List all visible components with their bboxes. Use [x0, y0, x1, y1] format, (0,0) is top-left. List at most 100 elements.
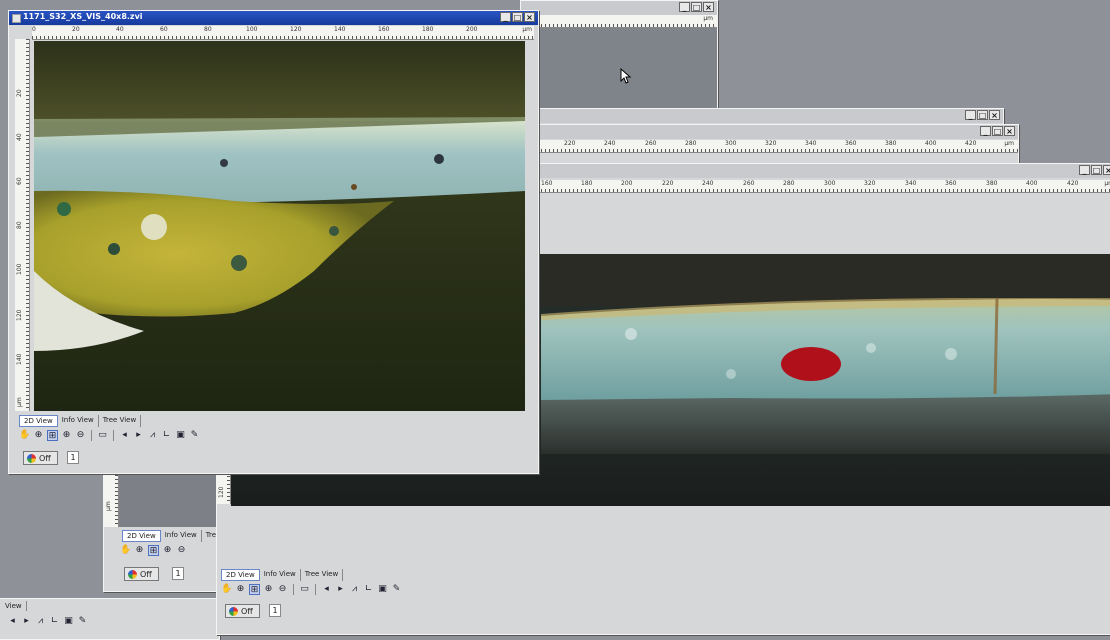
pen-icon[interactable]: ✎ — [391, 584, 402, 595]
color-globe-icon — [27, 453, 36, 463]
hand-icon[interactable]: ✋ — [120, 545, 131, 556]
back-window[interactable]: _ □ × µm — [520, 0, 718, 112]
minimize-button[interactable]: _ — [500, 12, 511, 22]
arrow-right-icon[interactable]: ▸ — [335, 584, 346, 595]
ruler-tick: 300 — [725, 140, 737, 147]
toolbar: ✋ ⊕ ⊞ ⊕ ⊖ ▭ ◂ ▸ ⩘ ∟ ▣ ✎ — [221, 584, 402, 595]
zoom-icon[interactable]: ⊕ — [33, 430, 44, 441]
chart-icon[interactable]: ⩘ — [147, 430, 158, 441]
zoom-out-icon[interactable]: ⊖ — [176, 545, 187, 556]
toolbar-separator — [113, 430, 114, 441]
channel-input[interactable]: 1 — [67, 451, 79, 464]
maximize-button[interactable]: □ — [691, 2, 702, 12]
chart-icon[interactable]: ⩘ — [349, 584, 360, 595]
ruler-tick: 400 — [1026, 180, 1038, 187]
arrow-left-icon[interactable]: ◂ — [119, 430, 130, 441]
channel-input[interactable]: 1 — [269, 604, 281, 617]
maximize-button[interactable]: □ — [1091, 165, 1102, 175]
close-button[interactable]: × — [703, 2, 714, 12]
zoom-icon[interactable]: ⊕ — [134, 545, 145, 556]
minimize-button[interactable]: _ — [980, 126, 991, 136]
zoom-fit-icon[interactable]: ⊞ — [47, 430, 58, 441]
export-icon[interactable]: ▣ — [377, 584, 388, 595]
off-button[interactable]: Off — [23, 451, 58, 465]
maximize-button[interactable]: □ — [992, 126, 1003, 136]
tab-info-view[interactable]: Info View — [58, 415, 99, 427]
ruler-tick: 320 — [864, 180, 876, 187]
arrow-left-icon[interactable]: ◂ — [7, 616, 18, 627]
ruler-tick: 160 — [541, 180, 553, 187]
tab-2d-view[interactable]: View — [1, 601, 27, 611]
hand-icon[interactable]: ✋ — [19, 430, 30, 441]
tab-tree-view[interactable]: Tree View — [301, 569, 344, 581]
axes-icon[interactable]: ∟ — [49, 616, 60, 627]
tab-2d-view[interactable]: 2D View — [122, 530, 161, 542]
mouse-cursor-icon — [620, 67, 632, 86]
tab-info-view[interactable]: Info View — [161, 530, 202, 542]
close-button[interactable]: × — [989, 110, 1000, 120]
minimize-button[interactable]: _ — [1079, 165, 1090, 175]
zoom-in-icon[interactable]: ⊕ — [162, 545, 173, 556]
ruler-tick: 100 — [16, 263, 23, 275]
close-button[interactable]: × — [1004, 126, 1015, 136]
maximize-button[interactable]: □ — [977, 110, 988, 120]
select-rect-icon[interactable]: ▭ — [299, 584, 310, 595]
zoom-in-icon[interactable]: ⊕ — [61, 430, 72, 441]
right-window-a2[interactable]: _ □ × 220 240 260 280 300 320 340 360 38… — [536, 124, 1019, 166]
toolbar-separator — [315, 584, 316, 595]
export-icon[interactable]: ▣ — [63, 616, 74, 627]
select-rect-icon[interactable]: ▭ — [97, 430, 108, 441]
microscope-image[interactable] — [34, 41, 525, 411]
window-controls: _ □ × — [500, 12, 535, 22]
close-button[interactable]: × — [524, 12, 535, 22]
minimize-button[interactable]: _ — [679, 2, 690, 12]
maximize-button[interactable]: □ — [512, 12, 523, 22]
ruler-tick: 120 — [16, 309, 23, 321]
pen-icon[interactable]: ✎ — [189, 430, 200, 441]
tab-2d-view[interactable]: 2D View — [19, 415, 58, 427]
export-icon[interactable]: ▣ — [175, 430, 186, 441]
channel-input[interactable]: 1 — [172, 567, 184, 580]
toolbar: ✋ ⊕ ⊞ ⊕ ⊖ ▭ ◂ ▸ ⩘ ∟ ▣ ✎ — [19, 430, 200, 441]
axes-icon[interactable]: ∟ — [363, 584, 374, 595]
zoom-fit-icon[interactable]: ⊞ — [148, 545, 159, 556]
main-window[interactable]: 1171_S32_XS_VIS_40x8.zvi _ □ × 0 20 40 6… — [8, 10, 539, 474]
right-window-a2-titlebar[interactable]: _ □ × — [537, 125, 1018, 139]
toolbar-separator — [293, 584, 294, 595]
zoom-icon[interactable]: ⊕ — [235, 584, 246, 595]
off-button[interactable]: Off — [225, 604, 260, 618]
horizontal-ruler: µm — [521, 15, 717, 28]
ruler-tick: 360 — [845, 140, 857, 147]
close-button[interactable]: × — [1103, 165, 1110, 175]
window-controls: _ □ × — [980, 126, 1015, 136]
ruler-tick: 420 — [1067, 180, 1079, 187]
tab-2d-view[interactable]: 2D View — [221, 569, 260, 581]
right-window-a-titlebar[interactable]: _ □ × — [537, 109, 1003, 123]
ruler-tick: 60 — [16, 177, 23, 185]
view-tabs: View — [1, 601, 27, 611]
zoom-out-icon[interactable]: ⊖ — [277, 584, 288, 595]
chart-icon[interactable]: ⩘ — [35, 616, 46, 627]
arrow-right-icon[interactable]: ▸ — [133, 430, 144, 441]
zoom-fit-icon[interactable]: ⊞ — [249, 584, 260, 595]
arrow-left-icon[interactable]: ◂ — [321, 584, 332, 595]
hand-icon[interactable]: ✋ — [221, 584, 232, 595]
ruler-tick: 220 — [564, 140, 576, 147]
toolbar: ◂ ▸ ⩘ ∟ ▣ ✎ — [7, 616, 88, 627]
axes-icon[interactable]: ∟ — [161, 430, 172, 441]
minimize-button[interactable]: _ — [965, 110, 976, 120]
ruler-tick: 100 — [246, 26, 258, 33]
horizontal-ruler: 160 180 200 220 240 260 280 300 320 340 … — [537, 180, 1110, 193]
tab-tree-view[interactable]: Tree View — [99, 415, 142, 427]
zoom-out-icon[interactable]: ⊖ — [75, 430, 86, 441]
zoom-in-icon[interactable]: ⊕ — [263, 584, 274, 595]
off-button[interactable]: Off — [124, 567, 159, 581]
main-window-titlebar[interactable]: 1171_S32_XS_VIS_40x8.zvi _ □ × — [9, 11, 538, 25]
pen-icon[interactable]: ✎ — [77, 616, 88, 627]
toolbar: ✋ ⊕ ⊞ ⊕ ⊖ — [120, 545, 187, 556]
bottom-left-window[interactable]: View ◂ ▸ ⩘ ∟ ▣ ✎ — [0, 598, 220, 640]
arrow-right-icon[interactable]: ▸ — [21, 616, 32, 627]
back-window-titlebar[interactable]: _ □ × — [521, 1, 717, 15]
tab-info-view[interactable]: Info View — [260, 569, 301, 581]
ruler-tick: 120 — [290, 26, 302, 33]
